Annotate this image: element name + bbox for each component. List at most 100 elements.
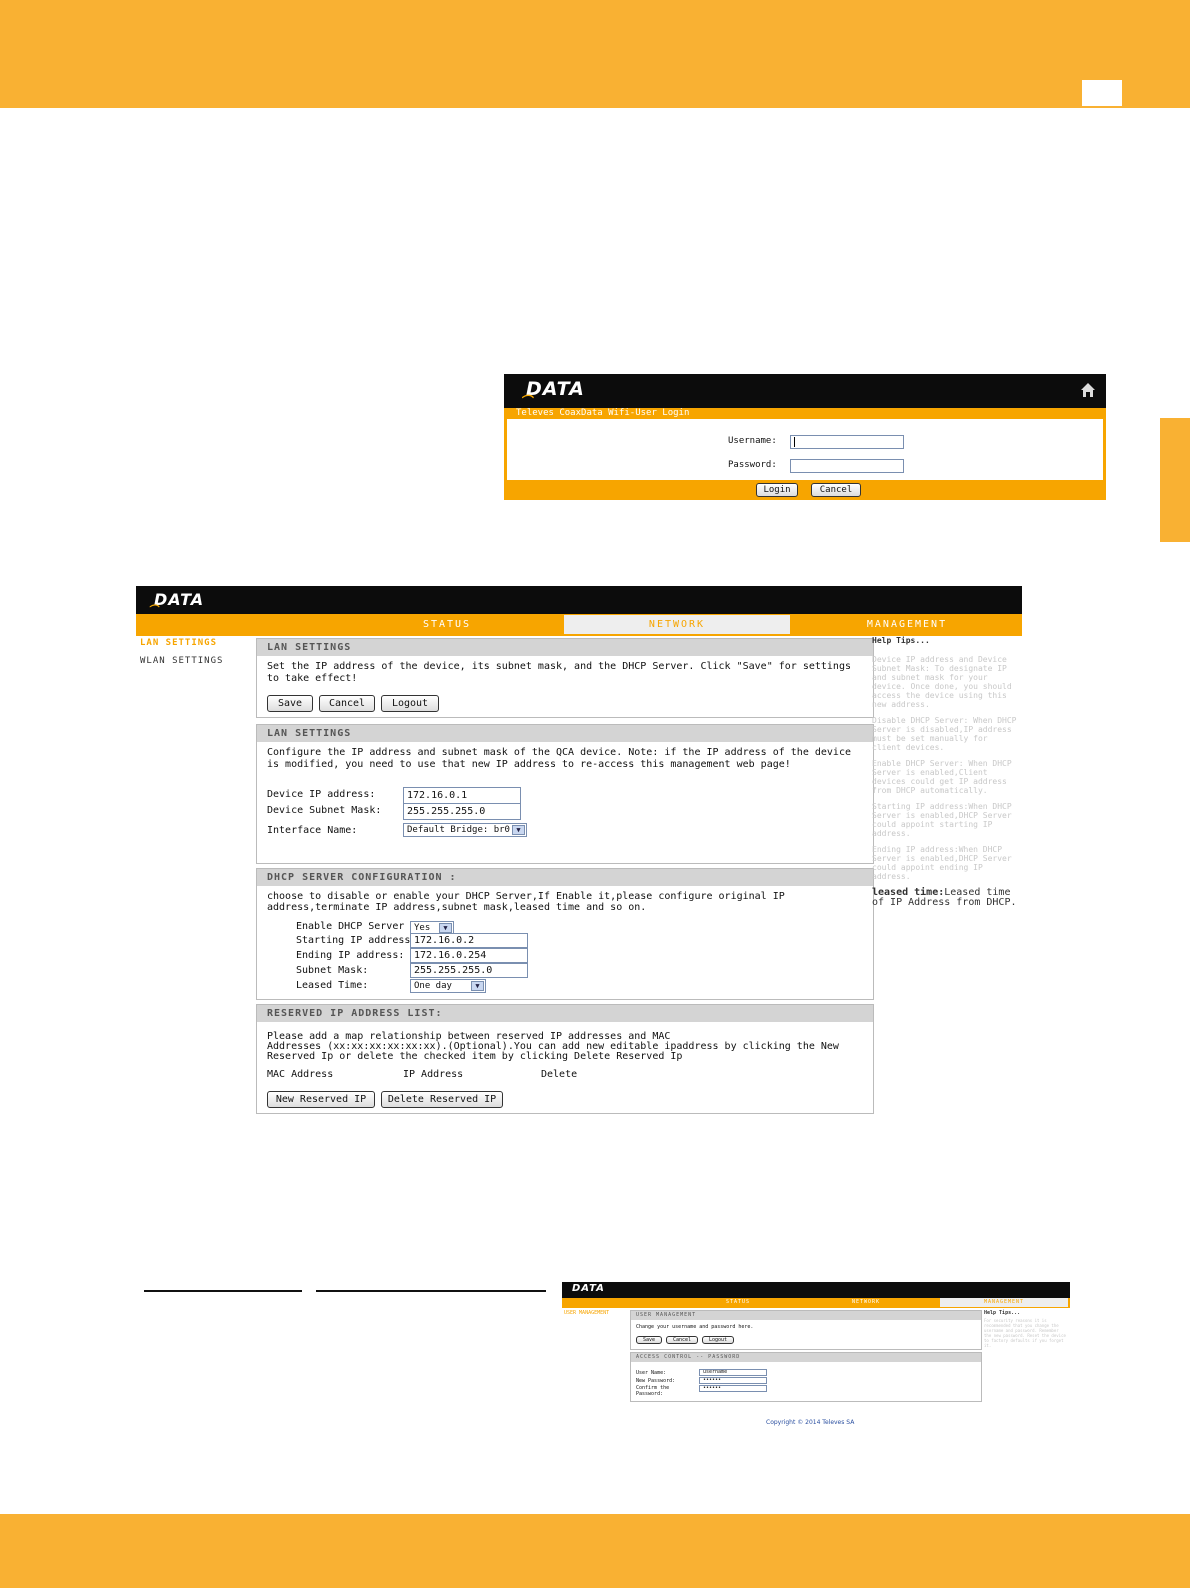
- new-reserved-ip-button[interactable]: New Reserved IP: [267, 1091, 375, 1108]
- mgmt-tab-status[interactable]: STATUS: [678, 1299, 798, 1305]
- sidebar-item-wlan[interactable]: WLAN SETTINGS: [140, 656, 223, 666]
- side-tab: [1160, 418, 1190, 542]
- mgmt-help-title: Help Tips...: [984, 1310, 1021, 1316]
- subnet-mask-label: Device Subnet Mask:: [267, 805, 382, 816]
- home-icon[interactable]: [1080, 382, 1096, 398]
- mgmt-logo: DATA: [572, 1283, 605, 1294]
- col-ip-address: IP Address: [403, 1069, 464, 1080]
- save-button[interactable]: Save: [267, 695, 313, 712]
- interface-name-select[interactable]: Default Bridge: br0 ▼: [403, 823, 527, 837]
- help-tip-3: Enable DHCP Server: When DHCP Server is …: [872, 759, 1012, 795]
- mgmt-confirm-label-2: Password:: [636, 1391, 664, 1397]
- leased-time-value: One day: [414, 981, 452, 991]
- network-logo-text: DATA: [154, 590, 205, 609]
- sidebar-item-lan[interactable]: LAN SETTINGS: [140, 638, 217, 648]
- help-tips-panel: Help Tips... Device IP address and Devic…: [872, 636, 1020, 908]
- mgmt-help-text: For security reasons it is recommended t…: [984, 1318, 1066, 1348]
- mgmt-save-button[interactable]: Save: [636, 1336, 662, 1344]
- management-screenshot: DATA STATUS NETWORK MANAGEMENT USER MANA…: [562, 1282, 1070, 1432]
- delete-reserved-ip-button[interactable]: Delete Reserved IP: [381, 1091, 503, 1108]
- mgmt-username-label: User Name:: [636, 1370, 667, 1376]
- cancel-button[interactable]: Cancel: [811, 483, 861, 497]
- section-description: Configure the IP address and subnet mask…: [267, 747, 851, 770]
- chevron-down-icon: ▼: [439, 923, 452, 933]
- divider-line: [316, 1290, 546, 1292]
- mgmt-username-input[interactable]: username: [699, 1369, 767, 1376]
- mgmt-confirm-input[interactable]: ••••••: [699, 1385, 767, 1392]
- bottom-banner: [0, 1514, 1190, 1588]
- help-tip-4: Starting IP address:When DHCP Server is …: [872, 802, 1012, 838]
- leased-time-select[interactable]: One day ▼: [410, 979, 486, 993]
- help-tip-1: Device IP address and Device Subnet Mask…: [872, 655, 1012, 709]
- help-tip-leased: leased time:Leased time of IP Address fr…: [872, 888, 1020, 908]
- copyright: Copyright © 2014 Televes SA: [766, 1419, 855, 1426]
- device-ip-label: Device IP address:: [267, 789, 376, 800]
- mgmt-cancel-button[interactable]: Cancel: [666, 1336, 698, 1344]
- enable-dhcp-value: Yes: [414, 923, 431, 933]
- mgmt-tab-network[interactable]: NETWORK: [802, 1299, 930, 1305]
- col-delete: Delete: [541, 1069, 578, 1080]
- lan-settings-section: LAN SETTINGS Set the IP address of the d…: [256, 638, 874, 718]
- interface-name-label: Interface Name:: [267, 825, 358, 836]
- chevron-down-icon: ▼: [512, 825, 525, 835]
- user-management-section: USER MANAGEMENT Change your username and…: [630, 1310, 982, 1350]
- divider-line: [144, 1290, 302, 1292]
- mgmt-section-title: ACCESS CONTROL -- PASSWORD: [631, 1353, 981, 1362]
- mgmt-logout-button[interactable]: Logout: [702, 1336, 734, 1344]
- login-logo: ⌒ DATA: [520, 378, 585, 408]
- logo-swoosh-icon: ⌒: [520, 394, 534, 408]
- section-title: LAN SETTINGS: [257, 725, 873, 742]
- help-tip-5: Ending IP address:When DHCP Server is en…: [872, 845, 1012, 881]
- device-ip-input[interactable]: 172.16.0.1: [403, 787, 521, 804]
- section-description: choose to disable or enable your DHCP Se…: [267, 891, 785, 913]
- mgmt-header: DATA: [562, 1282, 1070, 1298]
- starting-ip-label: Starting IP address:: [296, 935, 417, 946]
- mgmt-newpw-label: New Password:: [636, 1378, 676, 1384]
- mgmt-newpw-input[interactable]: ••••••: [699, 1377, 767, 1384]
- dhcp-section: DHCP SERVER CONFIGURATION : choose to di…: [256, 868, 874, 1000]
- password-input[interactable]: [790, 459, 904, 473]
- network-header: ⌒ DATA: [136, 586, 1022, 616]
- ending-ip-input[interactable]: 172.16.0.254: [410, 948, 528, 963]
- login-header: ⌒ DATA: [504, 374, 1106, 408]
- page-number-box: [1082, 80, 1122, 106]
- mgmt-section-desc: Change your username and password here.: [636, 1324, 754, 1330]
- mgmt-section-title: USER MANAGEMENT: [631, 1311, 981, 1320]
- tab-status[interactable]: STATUS: [336, 615, 558, 635]
- login-screenshot: ⌒ DATA Televes CoaxData Wifi-User Login …: [504, 374, 1106, 500]
- section-title: RESERVED IP ADDRESS LIST:: [257, 1005, 873, 1022]
- ending-ip-label: Ending IP address:: [296, 950, 405, 961]
- reserved-ip-section: RESERVED IP ADDRESS LIST: Please add a m…: [256, 1004, 874, 1114]
- logout-button[interactable]: Logout: [381, 695, 439, 712]
- network-navbar: STATUS NETWORK MANAGEMENT: [136, 614, 1022, 636]
- chevron-down-icon: ▼: [471, 981, 484, 991]
- subnet-mask-input[interactable]: 255.255.255.0: [403, 803, 521, 820]
- login-button[interactable]: Login: [756, 483, 798, 497]
- login-logo-text: DATA: [526, 378, 585, 400]
- help-tip-2: Disable DHCP Server: When DHCP Server is…: [872, 716, 1017, 752]
- enable-dhcp-label: Enable DHCP Server: [296, 921, 405, 932]
- mgmt-tab-management[interactable]: MANAGEMENT: [940, 1298, 1068, 1307]
- section-description-3: Reserved Ip or delete the checked item b…: [267, 1051, 683, 1062]
- lan-ip-section: LAN SETTINGS Configure the IP address an…: [256, 724, 874, 864]
- access-control-section: ACCESS CONTROL -- PASSWORD User Name: us…: [630, 1352, 982, 1402]
- starting-ip-input[interactable]: 172.16.0.2: [410, 933, 528, 948]
- dhcp-subnet-mask-input[interactable]: 255.255.255.0: [410, 963, 528, 978]
- help-tips-title: Help Tips...: [872, 636, 930, 645]
- network-logo: ⌒ DATA: [148, 590, 205, 616]
- username-input[interactable]: [790, 435, 904, 449]
- login-title: Televes CoaxData Wifi-User Login: [516, 408, 690, 418]
- tab-management[interactable]: MANAGEMENT: [796, 615, 1018, 635]
- leased-time-label: Leased Time:: [296, 980, 369, 991]
- interface-name-value: Default Bridge: br0: [407, 825, 510, 835]
- top-banner: [0, 0, 1190, 108]
- username-label: Username:: [728, 436, 777, 446]
- mgmt-navbar: STATUS NETWORK MANAGEMENT: [562, 1298, 1070, 1308]
- cancel-button[interactable]: Cancel: [319, 695, 375, 712]
- tab-network[interactable]: NETWORK: [564, 615, 790, 634]
- mgmt-logo-text: DATA: [572, 1283, 605, 1294]
- network-screenshot: ⌒ DATA STATUS NETWORK MANAGEMENT LAN SET…: [136, 586, 1022, 1122]
- col-mac-address: MAC Address: [267, 1069, 334, 1080]
- section-title: DHCP SERVER CONFIGURATION :: [257, 869, 873, 886]
- mgmt-sidebar-item[interactable]: USER MANAGEMENT: [564, 1310, 620, 1316]
